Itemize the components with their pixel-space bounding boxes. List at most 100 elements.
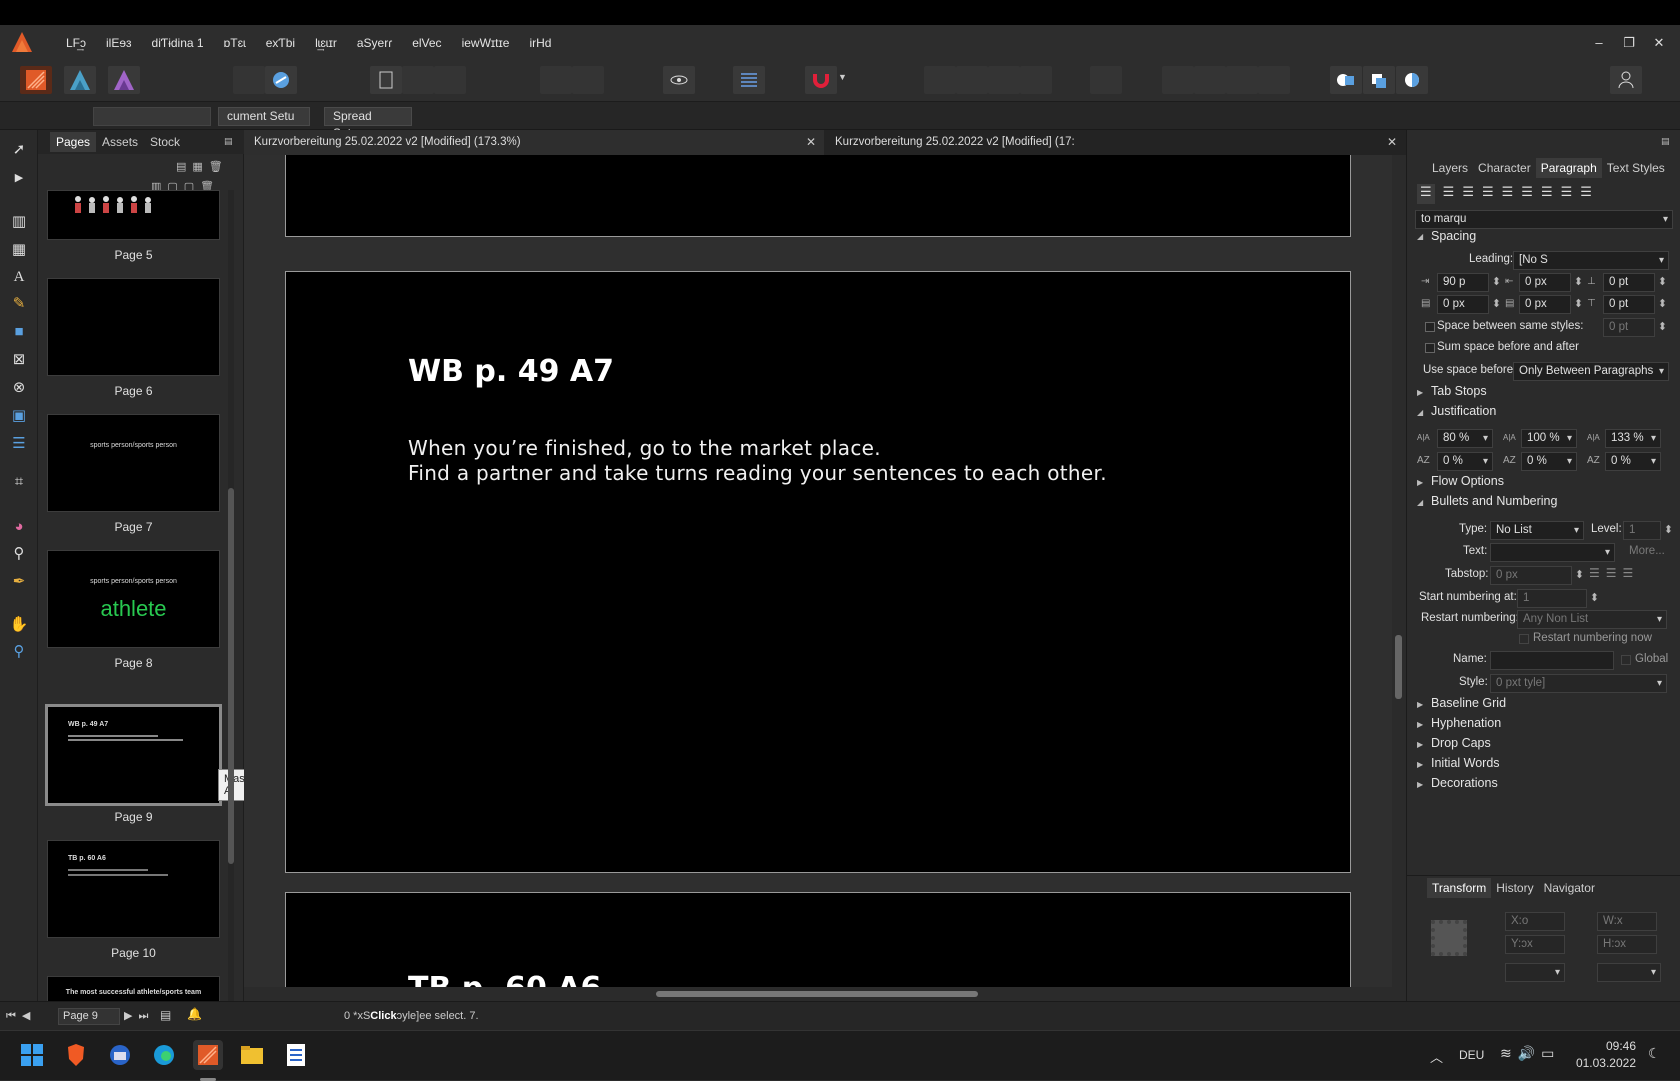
tab-pages[interactable]: Pages [50, 132, 97, 152]
pages-scroll-thumb[interactable] [228, 488, 234, 864]
first-line-indent-field[interactable]: 0 px [1519, 273, 1583, 292]
same-styles-field[interactable]: 0 pt [1603, 318, 1667, 337]
document-canvas[interactable]: WB p. 49 A7 When you’re finished, go to … [244, 155, 1392, 987]
slide-line-2[interactable]: Find a partner and take turns reading yo… [408, 461, 1107, 485]
file-explorer-icon[interactable] [237, 1040, 267, 1070]
keyboard-language[interactable]: DEU [1459, 1048, 1484, 1062]
page-thumb-10[interactable]: TB p. 60 A6 [47, 840, 220, 938]
transform-h-field[interactable]: H:ɔx [1597, 935, 1657, 954]
tab-history[interactable]: History [1491, 878, 1538, 898]
spread-next[interactable]: TB p. 60 A6 [285, 892, 1351, 987]
align-center-icon[interactable]: ☰ [1443, 184, 1455, 204]
page-actions-row-1[interactable]: ▤▦🗑 [176, 160, 229, 173]
page-thumb-5[interactable] [47, 190, 220, 240]
leading-field[interactable]: [No S [1513, 251, 1669, 270]
node-tool-icon[interactable]: ▶ [8, 166, 30, 188]
justify-left-icon[interactable]: ☰ [1482, 184, 1494, 204]
tab-layers[interactable]: Layers [1427, 158, 1473, 178]
word-spacing-max-field[interactable]: 133 % [1605, 429, 1661, 448]
toolbar-button-11[interactable] [1162, 66, 1194, 94]
more-button[interactable]: More... [1629, 545, 1665, 557]
tab-stock[interactable]: Stock [144, 132, 186, 152]
same-styles-checkbox[interactable] [1425, 322, 1435, 332]
list-name-field[interactable] [1490, 651, 1614, 670]
vertical-scroll-thumb[interactable] [1395, 635, 1402, 699]
menu-item-5[interactable]: exƬbi [256, 36, 305, 50]
space-before-2-field[interactable]: 0 pt [1603, 295, 1667, 314]
account-button[interactable] [1610, 66, 1642, 94]
sum-space-checkbox[interactable] [1425, 343, 1435, 353]
next-last-page-icons[interactable]: ▶⏭ [124, 1009, 154, 1023]
space-before-field[interactable]: 0 px [1519, 295, 1583, 314]
toolbar-button-1[interactable] [233, 66, 265, 94]
toolbar-button-9[interactable] [1020, 66, 1052, 94]
slide-heading[interactable]: WB p. 49 A7 [408, 354, 614, 389]
word-document-icon[interactable] [281, 1040, 311, 1070]
toolbar-button-14[interactable] [1258, 66, 1290, 94]
menu-item-9[interactable]: iewWɪtɪe [452, 36, 520, 50]
global-checkbox[interactable] [1621, 655, 1631, 665]
toolbar-button-8[interactable] [988, 66, 1020, 94]
expand-icon[interactable]: ▶ [1417, 780, 1423, 789]
minimize-button[interactable]: – [1584, 35, 1614, 50]
boolean-add-button[interactable] [1330, 66, 1362, 94]
expand-icon[interactable]: ▶ [1417, 760, 1423, 769]
bullet-align-icons[interactable]: ☰☰☰ [1589, 566, 1639, 580]
table-tool-icon[interactable]: ▦ [8, 238, 30, 260]
menu-item-10[interactable]: irHd [519, 36, 561, 50]
chevron-up-icon[interactable]: ︿ [1430, 1047, 1443, 1066]
align-towards-spine-icon[interactable]: ☰ [1561, 184, 1573, 204]
transform-x-field[interactable]: X:o [1505, 912, 1565, 931]
letter-spacing-min-field[interactable]: 0 % [1437, 452, 1493, 471]
justification-section[interactable]: Justification [1431, 404, 1496, 418]
left-indent-field[interactable]: 90 p [1437, 273, 1501, 292]
baseline-grid-section[interactable]: Baseline Grid [1431, 696, 1506, 710]
page-thumb-8[interactable]: sports person/sports person athlete [47, 550, 220, 648]
expand-icon[interactable]: ▶ [1417, 700, 1423, 709]
anchor-point-icon[interactable] [1431, 920, 1467, 956]
expand-icon[interactable]: ▶ [1417, 388, 1423, 397]
tab-paragraph[interactable]: Paragraph [1535, 158, 1602, 178]
horizontal-scrollbar[interactable] [244, 987, 1392, 1001]
page-thumb-7[interactable]: sports person/sports person [47, 414, 220, 512]
crop-tool-icon[interactable]: ⌗ [8, 470, 30, 492]
menu-item-6[interactable]: lɩ͢ɛɩɪr [305, 36, 347, 50]
table-of-contents-tool-icon[interactable]: ☰ [8, 432, 30, 454]
level-field[interactable]: 1 [1623, 521, 1673, 540]
restart-now-checkbox[interactable] [1519, 634, 1529, 644]
move-tool-icon[interactable]: ➚ [8, 138, 30, 160]
tabstop-field[interactable]: 0 px [1490, 566, 1584, 585]
clock-time[interactable]: 09:46 [1580, 1039, 1636, 1053]
align-left-icon[interactable]: ☰ [1417, 184, 1435, 204]
flow-options-section[interactable]: Flow Options [1431, 474, 1504, 488]
initial-words-section[interactable]: Initial Words [1431, 756, 1500, 770]
pages-scrollbar[interactable] [228, 190, 234, 1010]
thunderbird-icon[interactable] [105, 1040, 135, 1070]
spread-previous[interactable] [285, 155, 1351, 237]
shear-field[interactable] [1597, 963, 1661, 982]
start-numbering-field[interactable]: 1 [1517, 589, 1599, 608]
document-setup-button[interactable]: cument Setu [218, 107, 310, 126]
affinity-publisher-taskbar-icon[interactable] [193, 1040, 223, 1070]
vertical-scrollbar[interactable] [1392, 155, 1406, 987]
tab-text-styles[interactable]: Text Styles [1602, 158, 1670, 178]
toolbar-button-10[interactable] [1090, 66, 1122, 94]
collapse-icon[interactable]: ◢ [1417, 498, 1423, 507]
snapping-dropdown-icon[interactable]: ▼ [838, 72, 847, 82]
current-page-field[interactable]: Page 9 [58, 1008, 120, 1025]
justify-right-icon[interactable]: ☰ [1521, 184, 1533, 204]
close-icon[interactable]: ✕ [806, 130, 816, 155]
boolean-subtract-button[interactable] [1363, 66, 1395, 94]
place-image-tool-icon[interactable]: ▣ [8, 404, 30, 426]
restore-button[interactable]: ❐ [1614, 35, 1644, 51]
justify-all-icon[interactable]: ☰ [1541, 184, 1553, 204]
photo-persona-button[interactable] [108, 66, 140, 94]
close-window-button[interactable]: ✕ [1644, 35, 1674, 51]
toolbar-button-13[interactable] [1226, 66, 1258, 94]
bullet-text-field[interactable] [1490, 543, 1615, 562]
spacing-section-title[interactable]: Spacing [1431, 229, 1476, 243]
tab-character[interactable]: Character [1473, 158, 1536, 178]
drop-caps-section[interactable]: Drop Caps [1431, 736, 1491, 750]
panel-menu-icon[interactable]: ▤ [224, 136, 233, 147]
eyedropper-tool-icon[interactable]: ✒ [8, 570, 30, 592]
